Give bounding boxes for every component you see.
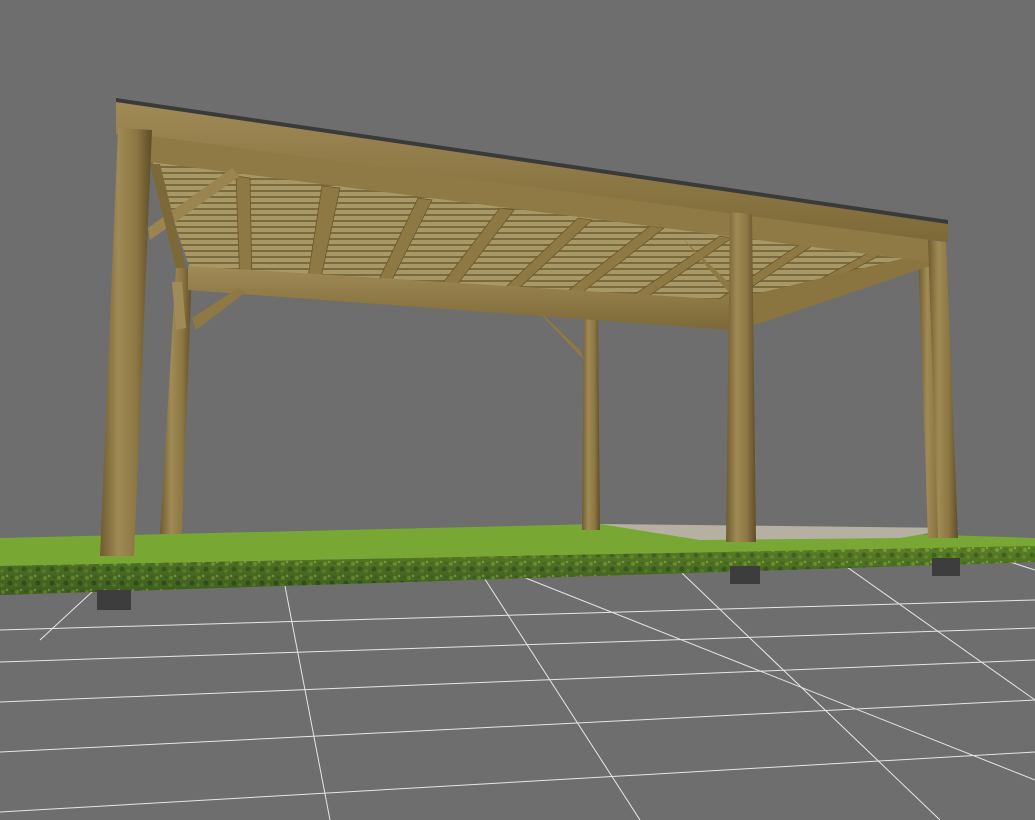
- grid-line: [469, 555, 1035, 781]
- grid-line: [0, 699, 1035, 753]
- grid-line: [469, 555, 641, 820]
- 3d-viewport[interactable]: [0, 0, 1035, 820]
- grid-line: [0, 627, 1035, 663]
- grid-line: [0, 751, 1035, 813]
- grid-line: [819, 547, 1035, 701]
- grass-platform: [0, 524, 1035, 595]
- grid-line: [659, 551, 941, 820]
- scene-canvas[interactable]: [0, 0, 1035, 820]
- grid-line: [0, 659, 1035, 703]
- grid-line: [0, 599, 1035, 631]
